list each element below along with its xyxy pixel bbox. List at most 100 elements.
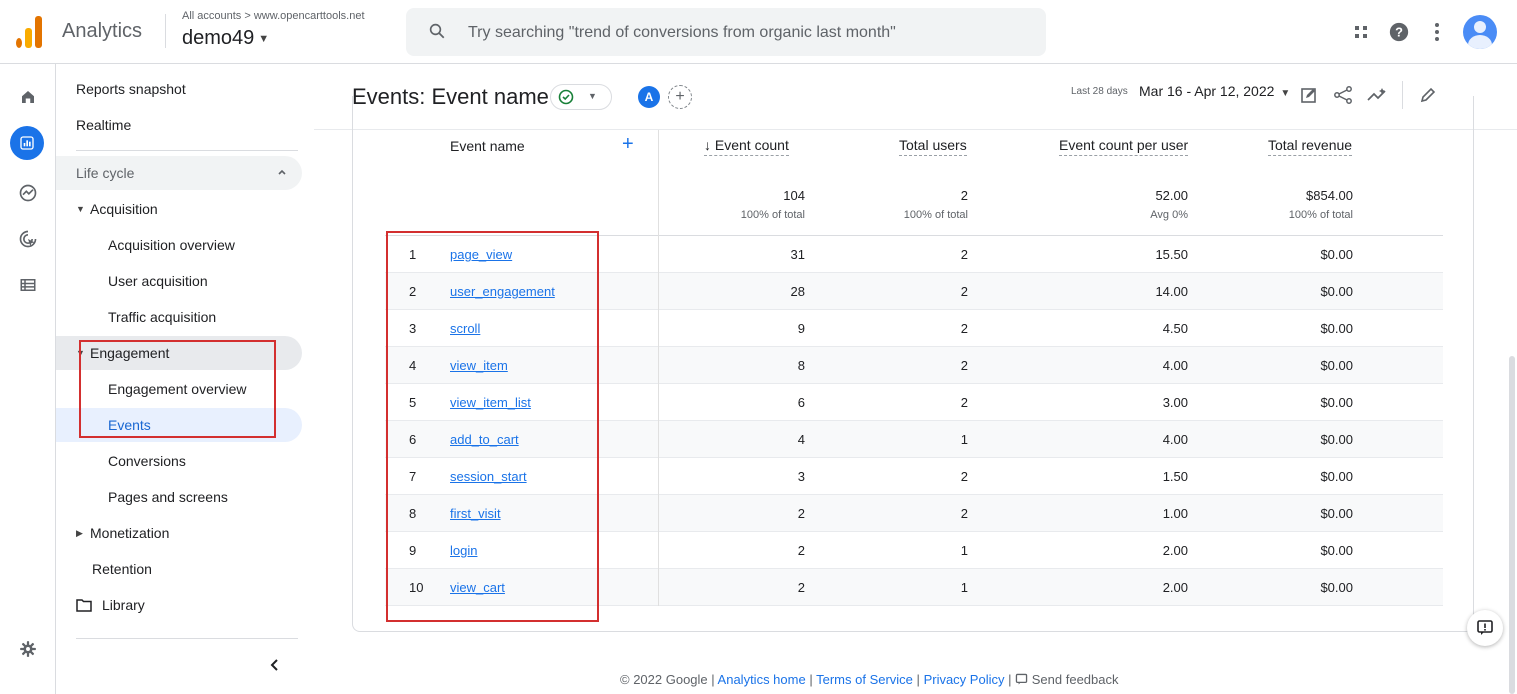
footer: © 2022 Google | Analytics home | Terms o… xyxy=(620,672,1118,687)
total-users-cell: 1 xyxy=(960,580,968,595)
per-user-cell: 2.00 xyxy=(1162,580,1188,595)
per-user-cell: 1.00 xyxy=(1162,506,1188,521)
nav-user-acquisition[interactable]: User acquisition xyxy=(56,264,302,298)
terms-link[interactable]: Terms of Service xyxy=(816,672,913,687)
per-user-cell: 4.50 xyxy=(1162,321,1188,336)
nav-reports-snapshot[interactable]: Reports snapshot xyxy=(56,72,302,106)
scrollbar[interactable] xyxy=(1509,356,1515,694)
column-divider xyxy=(658,130,659,606)
event-count-cell: 3 xyxy=(797,469,805,484)
event-count-cell: 2 xyxy=(797,580,805,595)
nav-monetization[interactable]: ▶ Monetization xyxy=(56,516,302,550)
column-header-total-users[interactable]: Total users xyxy=(899,137,967,171)
settings-icon[interactable] xyxy=(13,634,43,664)
folder-icon xyxy=(76,599,92,612)
nav-label: Reports snapshot xyxy=(76,81,186,97)
total-users: 2 xyxy=(960,188,968,203)
column-header-total-revenue[interactable]: Total revenue xyxy=(1268,137,1353,171)
nav-pages-and-screens[interactable]: Pages and screens xyxy=(56,480,302,514)
total-users-cell: 2 xyxy=(960,247,968,262)
home-icon[interactable] xyxy=(13,82,43,112)
event-count-cell: 8 xyxy=(797,358,805,373)
per-user-cell: 3.00 xyxy=(1162,395,1188,410)
analytics-home-link[interactable]: Analytics home xyxy=(718,672,806,687)
total-event-count: 104 xyxy=(783,188,805,203)
nav-section-lifecycle[interactable]: Life cycle xyxy=(56,156,302,190)
column-label: Event count per user xyxy=(1059,137,1189,156)
per-user-cell: 4.00 xyxy=(1162,432,1188,447)
send-feedback-link[interactable]: Send feedback xyxy=(1015,672,1118,687)
column-label: Total users xyxy=(899,137,967,156)
column-header-event-count-per-user[interactable]: Event count per user xyxy=(1059,137,1189,171)
more-vert-icon[interactable] xyxy=(1425,20,1449,44)
caret-down-icon: ▼ xyxy=(76,204,85,214)
nav-label: User acquisition xyxy=(108,273,208,289)
explore-icon[interactable] xyxy=(13,178,43,208)
revenue-cell: $0.00 xyxy=(1320,321,1353,336)
column-header-event-name[interactable]: Event name xyxy=(450,138,525,172)
event-count-cell: 9 xyxy=(797,321,805,336)
nav-acquisition-overview[interactable]: Acquisition overview xyxy=(56,228,302,262)
per-user-cell: 2.00 xyxy=(1162,543,1188,558)
nav-label: Monetization xyxy=(90,525,170,541)
per-user-cell: 14.00 xyxy=(1155,284,1188,299)
caret-right-icon: ▶ xyxy=(76,527,83,538)
nav-realtime[interactable]: Realtime xyxy=(56,108,302,142)
total-users-cell: 2 xyxy=(960,358,968,373)
account-breadcrumb[interactable]: All accounts > www.opencarttools.net xyxy=(182,10,365,22)
revenue-cell: $0.00 xyxy=(1320,247,1353,262)
annotation-highlight-event-names xyxy=(386,231,599,622)
divider xyxy=(165,14,166,48)
revenue-cell: $0.00 xyxy=(1320,395,1353,410)
per-user-cell: 15.50 xyxy=(1155,247,1188,262)
nav-label: Acquisition overview xyxy=(108,237,235,253)
annotation-highlight-nav xyxy=(79,340,276,438)
event-count-cell: 4 xyxy=(797,432,805,447)
column-header-event-count[interactable]: ↓ Event count xyxy=(704,137,789,171)
nav-library[interactable]: Library xyxy=(56,588,302,622)
nav-acquisition[interactable]: ▼ Acquisition xyxy=(56,192,302,226)
chevron-up-icon xyxy=(278,169,286,175)
account-selector[interactable]: demo49 ▼ xyxy=(182,27,269,50)
nav-label: Life cycle xyxy=(76,165,135,181)
total-per-user: 52.00 xyxy=(1155,188,1188,203)
feedback-icon[interactable] xyxy=(1467,610,1503,646)
reports-icon[interactable] xyxy=(10,126,44,160)
revenue-cell: $0.00 xyxy=(1320,469,1353,484)
event-count-cell: 6 xyxy=(797,395,805,410)
total-users-cell: 2 xyxy=(960,506,968,521)
privacy-link[interactable]: Privacy Policy xyxy=(924,672,1005,687)
revenue-cell: $0.00 xyxy=(1320,432,1353,447)
apps-grid-icon[interactable] xyxy=(1349,20,1373,44)
add-dimension-icon[interactable]: + xyxy=(622,134,634,154)
feedback-icon xyxy=(1015,673,1028,685)
nav-traffic-acquisition[interactable]: Traffic acquisition xyxy=(56,300,302,334)
nav-label: Traffic acquisition xyxy=(108,309,217,325)
event-count-cell: 2 xyxy=(797,543,805,558)
configure-icon[interactable] xyxy=(13,270,43,300)
per-user-cell: 1.50 xyxy=(1162,469,1188,484)
analytics-logo-icon[interactable] xyxy=(14,14,44,50)
nav-label: Acquisition xyxy=(90,201,158,217)
nav-label: Library xyxy=(102,597,145,613)
help-icon[interactable]: ? xyxy=(1387,20,1411,44)
total-event-count-share: 100% of total xyxy=(740,209,805,221)
advertising-icon[interactable] xyxy=(13,224,43,254)
nav-label: Realtime xyxy=(76,117,132,133)
event-count-cell: 28 xyxy=(790,284,805,299)
total-users-cell: 2 xyxy=(960,284,968,299)
account-avatar-icon[interactable] xyxy=(1463,15,1497,49)
nav-conversions[interactable]: Conversions xyxy=(56,444,302,478)
revenue-cell: $0.00 xyxy=(1320,358,1353,373)
footer-separator: | xyxy=(1008,672,1012,687)
per-user-cell: 4.00 xyxy=(1162,358,1188,373)
top-bar: Analytics All accounts > www.opencarttoo… xyxy=(0,0,1517,64)
search-bar[interactable]: Try searching "trend of conversions from… xyxy=(406,8,1046,56)
nav-retention[interactable]: Retention xyxy=(56,552,302,586)
total-users-cell: 2 xyxy=(960,395,968,410)
app-name: Analytics xyxy=(62,20,143,42)
collapse-icon[interactable] xyxy=(268,658,282,672)
total-users-cell: 1 xyxy=(960,543,968,558)
column-label: Total revenue xyxy=(1268,137,1353,156)
revenue-cell: $0.00 xyxy=(1320,284,1353,299)
